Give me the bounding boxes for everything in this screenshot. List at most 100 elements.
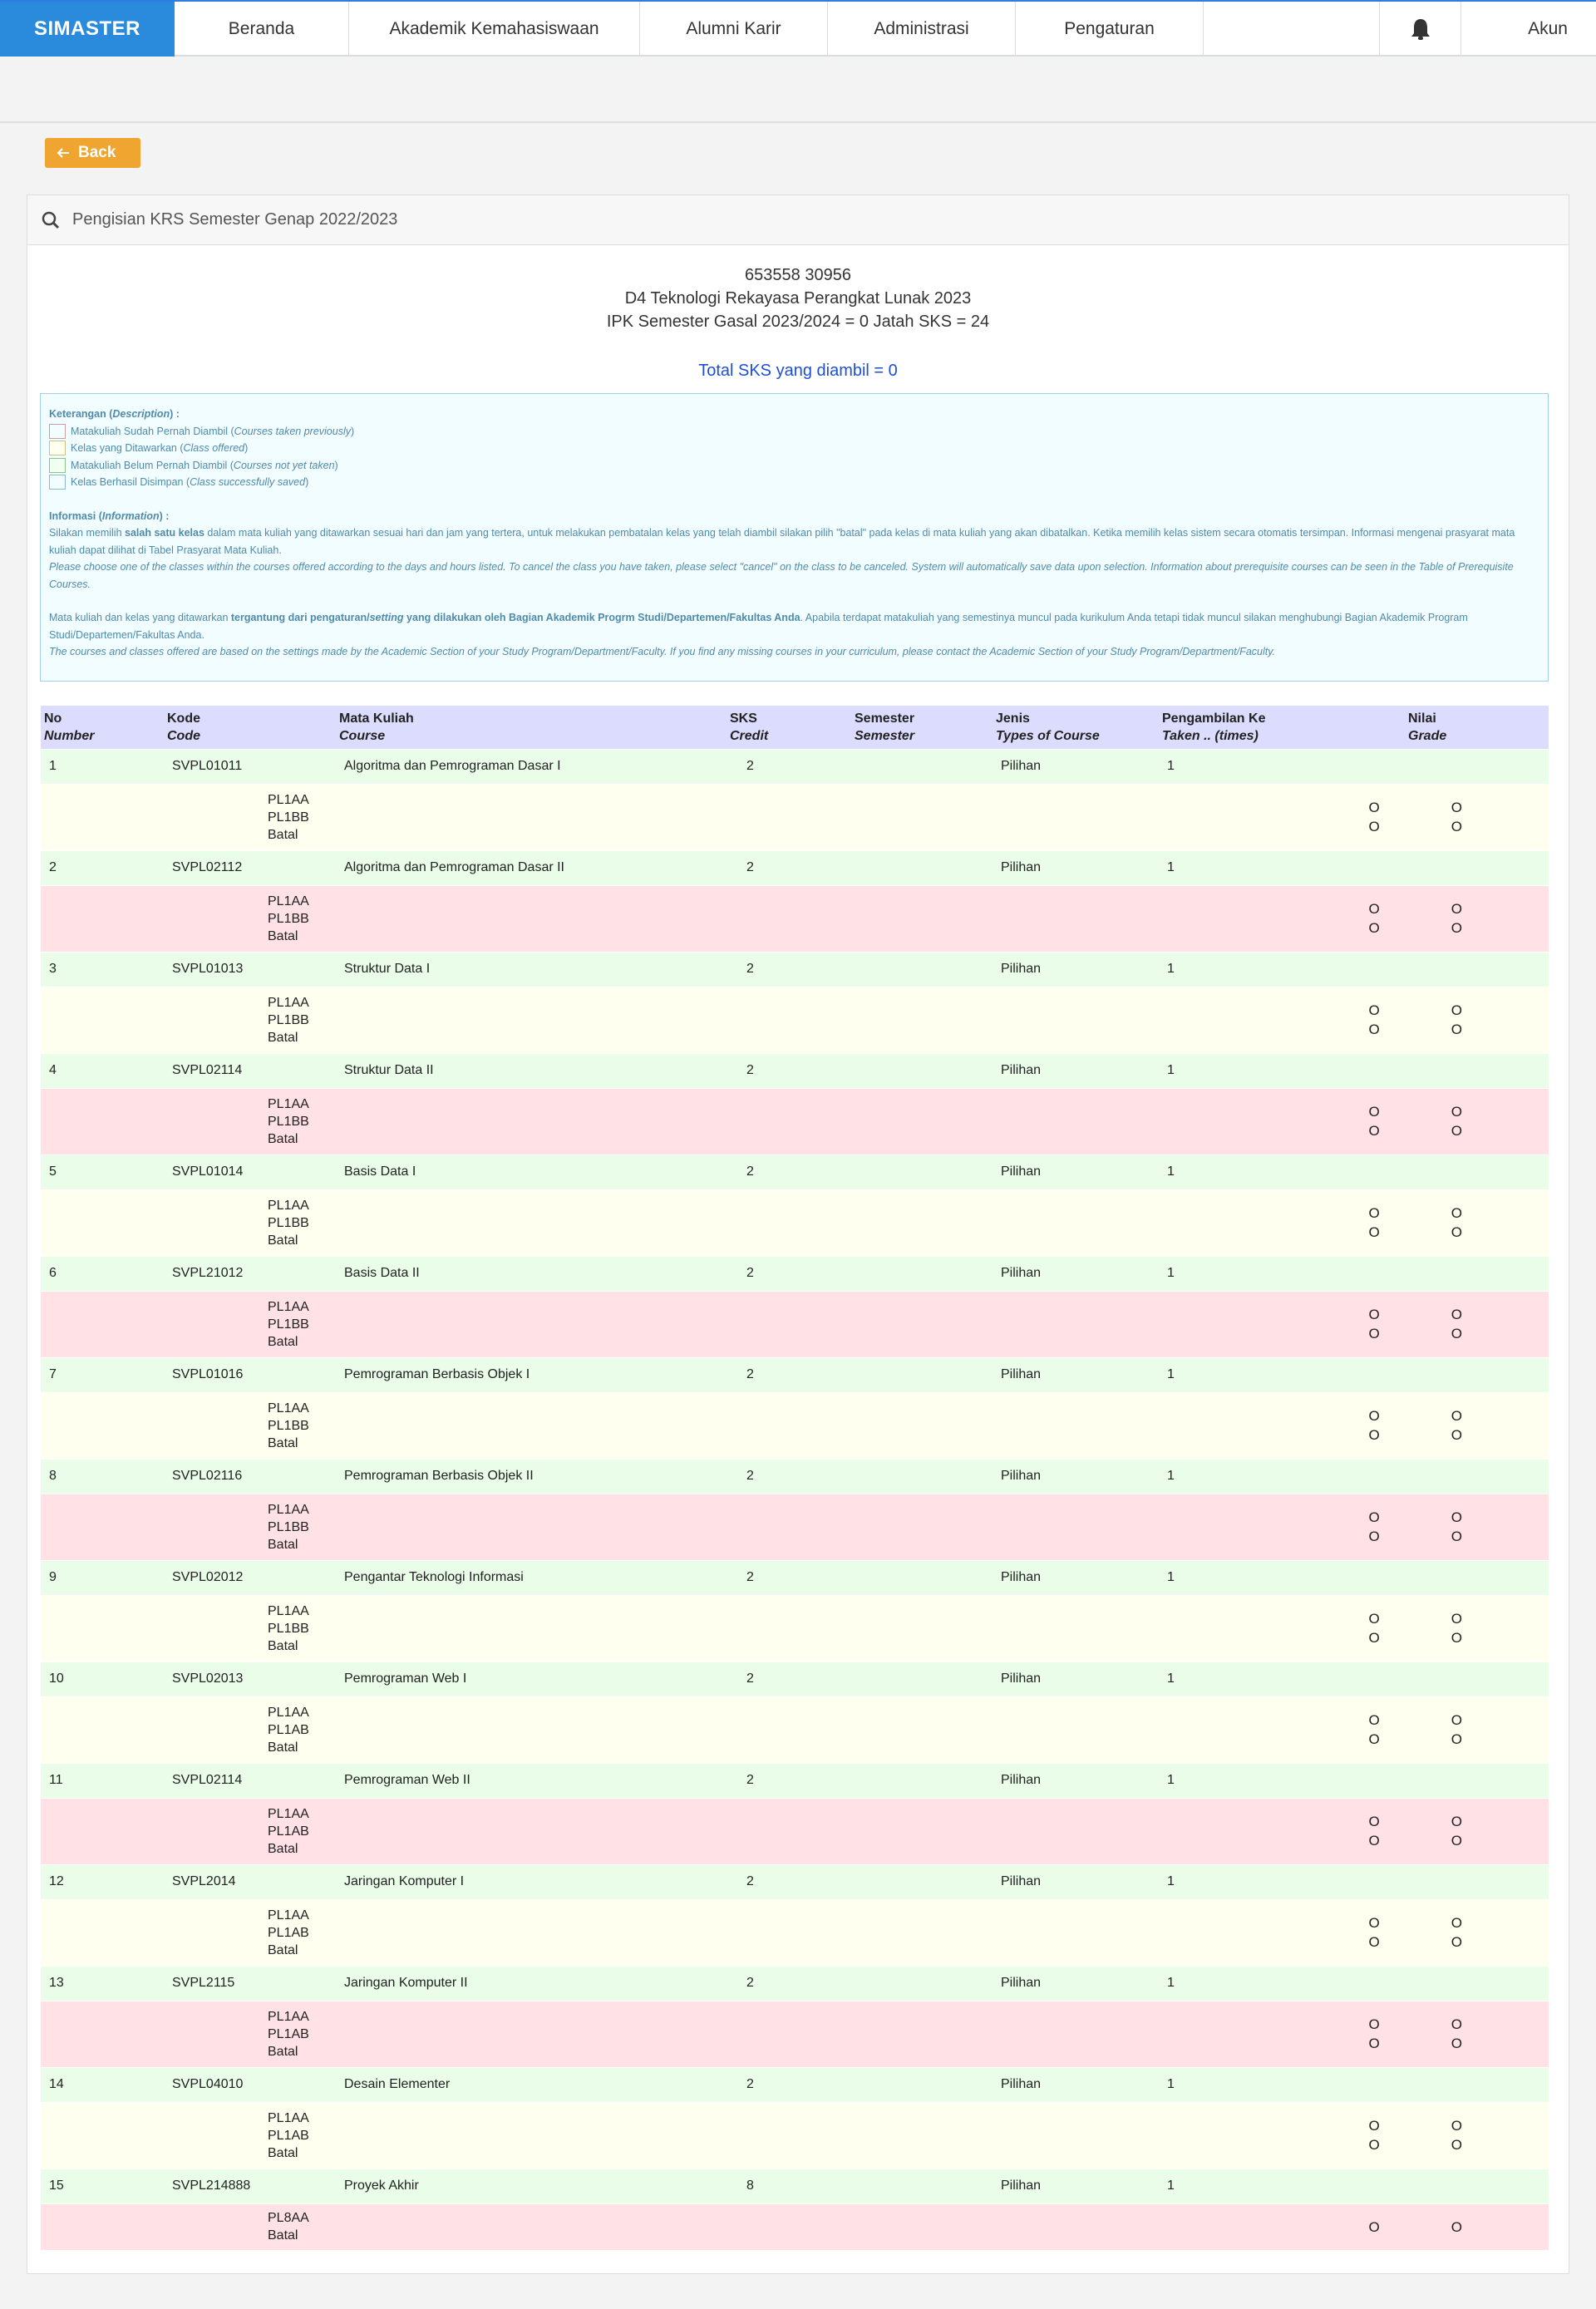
- class-select-radio[interactable]: O: [1369, 2116, 1380, 2135]
- nav-pengaturan[interactable]: Pengaturan: [1016, 2, 1204, 57]
- class-option-label[interactable]: PL1BB: [268, 1316, 1159, 1333]
- class-option-label[interactable]: Batal: [268, 928, 1159, 945]
- class-grade-radio[interactable]: O: [1451, 1831, 1462, 1850]
- class-grade-radio[interactable]: O: [1451, 2015, 1462, 2034]
- class-select-radio[interactable]: O: [1369, 899, 1380, 918]
- class-option-label[interactable]: Batal: [268, 1739, 1159, 1756]
- class-select-radio[interactable]: O: [1369, 2135, 1380, 2154]
- class-grade-radio[interactable]: O: [1451, 1204, 1462, 1223]
- class-grade-radio[interactable]: O: [1451, 1730, 1462, 1749]
- class-option-label[interactable]: PL1BB: [268, 809, 1159, 826]
- class-option-label[interactable]: Batal: [268, 1637, 1159, 1655]
- class-grade-radio[interactable]: O: [1451, 1001, 1462, 1020]
- class-select-radio[interactable]: O: [1369, 817, 1380, 836]
- class-grade-radio[interactable]: O: [1451, 1932, 1462, 1952]
- class-option-label[interactable]: PL1AA: [268, 994, 1159, 1012]
- class-option-label[interactable]: PL1AA: [268, 1400, 1159, 1417]
- class-option-label[interactable]: Batal: [268, 1130, 1159, 1148]
- class-option-label[interactable]: Batal: [268, 1435, 1159, 1452]
- brand-logo[interactable]: SIMASTER: [0, 2, 175, 57]
- class-select-radio[interactable]: O: [1369, 798, 1380, 817]
- class-option-label[interactable]: PL1AA: [268, 1704, 1159, 1721]
- class-grade-radio[interactable]: O: [1451, 1628, 1462, 1647]
- class-grade-radio[interactable]: O: [1451, 2135, 1462, 2154]
- class-grade-radio[interactable]: O: [1451, 1223, 1462, 1242]
- class-option-label[interactable]: Batal: [268, 1536, 1159, 1553]
- nav-beranda[interactable]: Beranda: [175, 2, 349, 57]
- class-option-label[interactable]: Batal: [268, 1232, 1159, 1249]
- class-select-radio[interactable]: O: [1369, 1913, 1380, 1932]
- class-grade-radio[interactable]: O: [1451, 1121, 1462, 1140]
- class-option-label[interactable]: Batal: [268, 1942, 1159, 1959]
- class-option-label[interactable]: Batal: [268, 1333, 1159, 1351]
- class-select-radio[interactable]: O: [1369, 1204, 1380, 1223]
- nav-administrasi[interactable]: Administrasi: [828, 2, 1016, 57]
- class-option-label[interactable]: PL1AA: [268, 2008, 1159, 2026]
- class-option-label[interactable]: PL1AA: [268, 1805, 1159, 1823]
- account-menu[interactable]: Akun: [1461, 2, 1596, 57]
- class-option-label[interactable]: PL1BB: [268, 1012, 1159, 1029]
- class-grade-radio[interactable]: O: [1451, 1711, 1462, 1730]
- class-grade-radio[interactable]: O: [1451, 1102, 1462, 1121]
- class-select-radio[interactable]: O: [1369, 1508, 1380, 1527]
- class-grade-radio[interactable]: O: [1451, 798, 1462, 817]
- class-select-radio[interactable]: O: [1369, 1324, 1380, 1343]
- class-select-radio[interactable]: O: [1369, 1305, 1380, 1324]
- class-option-label[interactable]: PL1AA: [268, 2110, 1159, 2127]
- class-grade-radio[interactable]: O: [1451, 918, 1462, 938]
- class-option-label[interactable]: PL1AB: [268, 1924, 1159, 1942]
- class-grade-radio[interactable]: O: [1451, 1913, 1462, 1932]
- class-select-radio[interactable]: O: [1369, 1730, 1380, 1749]
- class-grade-radio[interactable]: O: [1451, 1812, 1462, 1831]
- class-select-radio[interactable]: O: [1369, 1121, 1380, 1140]
- class-select-radio[interactable]: O: [1369, 2218, 1380, 2237]
- class-option-label[interactable]: Batal: [268, 2043, 1159, 2060]
- class-option-label[interactable]: PL1AA: [268, 1907, 1159, 1924]
- nav-alumni-karir[interactable]: Alumni Karir: [640, 2, 828, 57]
- class-option-label[interactable]: PL1BB: [268, 1113, 1159, 1130]
- class-select-radio[interactable]: O: [1369, 1812, 1380, 1831]
- class-select-radio[interactable]: O: [1369, 1609, 1380, 1628]
- class-option-label[interactable]: PL1BB: [268, 1620, 1159, 1637]
- class-option-label[interactable]: Batal: [268, 826, 1159, 844]
- class-option-label[interactable]: PL1AA: [268, 1603, 1159, 1620]
- class-option-label[interactable]: PL1BB: [268, 1519, 1159, 1536]
- class-grade-radio[interactable]: O: [1451, 2034, 1462, 2053]
- class-grade-radio[interactable]: O: [1451, 2218, 1462, 2237]
- class-option-label[interactable]: PL1AB: [268, 2127, 1159, 2144]
- class-option-label[interactable]: PL1AA: [268, 1095, 1159, 1113]
- class-select-radio[interactable]: O: [1369, 1932, 1380, 1952]
- class-select-radio[interactable]: O: [1369, 2015, 1380, 2034]
- class-option-label[interactable]: PL1AA: [268, 1501, 1159, 1519]
- class-select-radio[interactable]: O: [1369, 1020, 1380, 1039]
- class-select-radio[interactable]: O: [1369, 1527, 1380, 1546]
- class-option-label[interactable]: PL1AA: [268, 1298, 1159, 1316]
- class-option-label[interactable]: PL1BB: [268, 1214, 1159, 1232]
- back-button[interactable]: Back: [45, 138, 140, 168]
- class-select-radio[interactable]: O: [1369, 1831, 1380, 1850]
- class-select-radio[interactable]: O: [1369, 1711, 1380, 1730]
- class-select-radio[interactable]: O: [1369, 1102, 1380, 1121]
- class-grade-radio[interactable]: O: [1451, 899, 1462, 918]
- class-grade-radio[interactable]: O: [1451, 1324, 1462, 1343]
- class-grade-radio[interactable]: O: [1451, 817, 1462, 836]
- class-grade-radio[interactable]: O: [1451, 1406, 1462, 1425]
- class-select-radio[interactable]: O: [1369, 1425, 1380, 1445]
- class-select-radio[interactable]: O: [1369, 2034, 1380, 2053]
- class-option-label[interactable]: PL1AB: [268, 1823, 1159, 1840]
- class-select-radio[interactable]: O: [1369, 918, 1380, 938]
- class-grade-radio[interactable]: O: [1451, 1527, 1462, 1546]
- class-grade-radio[interactable]: O: [1451, 1508, 1462, 1527]
- notification-button[interactable]: [1380, 2, 1461, 57]
- class-option-label[interactable]: PL1BB: [268, 1417, 1159, 1435]
- class-grade-radio[interactable]: O: [1451, 1020, 1462, 1039]
- class-option-label[interactable]: PL1AA: [268, 791, 1159, 809]
- class-select-radio[interactable]: O: [1369, 1406, 1380, 1425]
- class-option-label[interactable]: PL8AA: [268, 2209, 1159, 2227]
- class-option-label[interactable]: PL1AA: [268, 1197, 1159, 1214]
- class-grade-radio[interactable]: O: [1451, 1609, 1462, 1628]
- class-option-label[interactable]: Batal: [268, 1029, 1159, 1046]
- class-grade-radio[interactable]: O: [1451, 2116, 1462, 2135]
- nav-akademik-kemahasiswaan[interactable]: Akademik Kemahasiswaan: [349, 2, 640, 57]
- class-select-radio[interactable]: O: [1369, 1223, 1380, 1242]
